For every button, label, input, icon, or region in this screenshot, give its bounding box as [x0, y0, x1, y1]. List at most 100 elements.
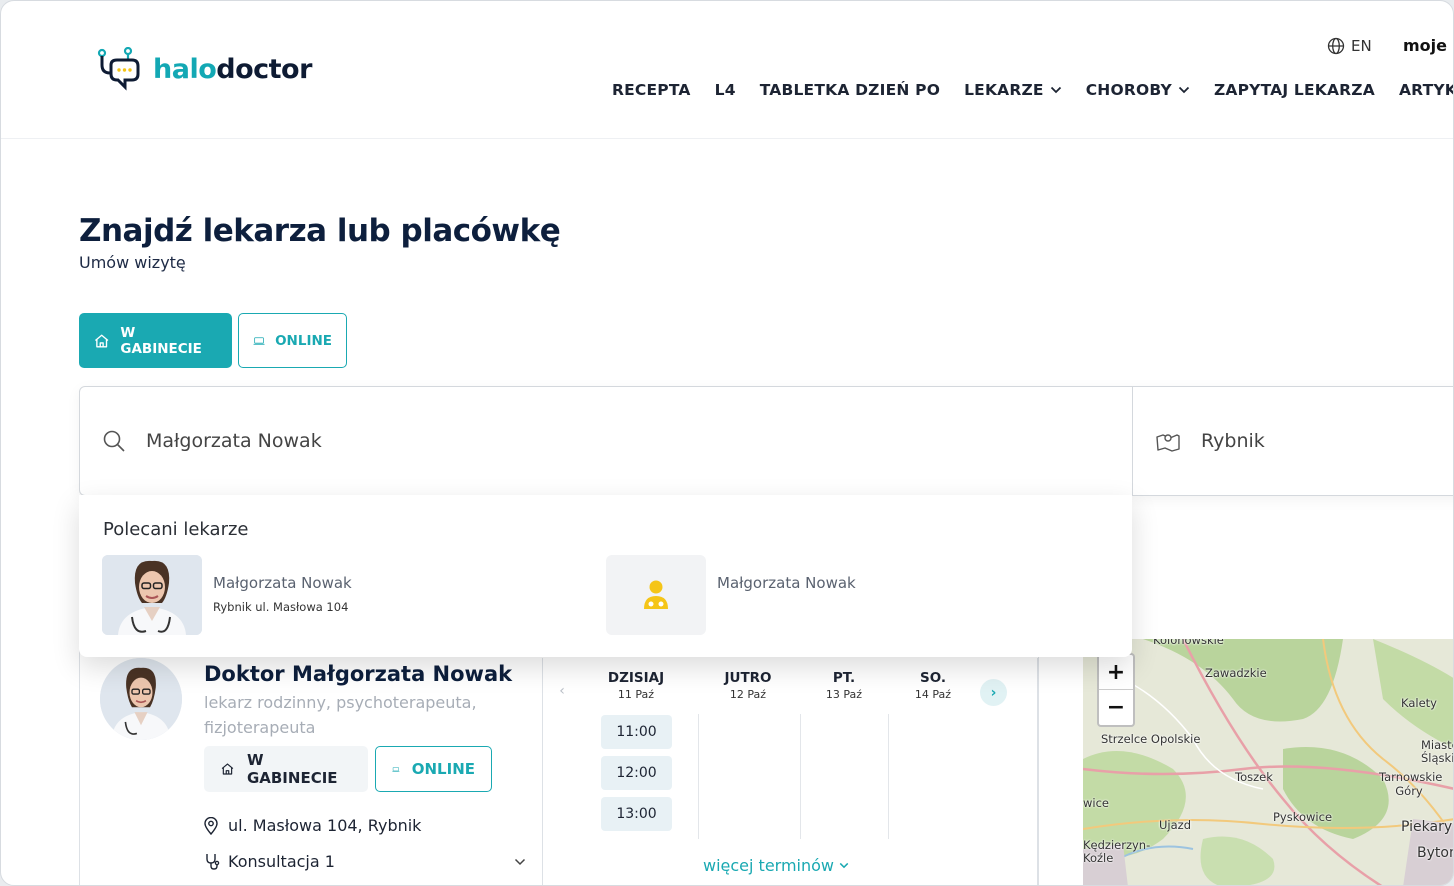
language-switch[interactable]: EN: [1327, 37, 1372, 55]
map-label: wice: [1083, 796, 1109, 810]
calendar-prev-button[interactable]: ‹: [551, 680, 573, 702]
main-nav: RECEPTA L4 TABLETKA DZIEŃ PO LEKARZE CHOROBY…: [612, 81, 1453, 99]
results-map[interactable]: + − Kolonowskie Zawadzkie Kalety Strzelc…: [1083, 639, 1453, 885]
nav-item-label: RECEPTA: [612, 81, 691, 99]
location-value: Rybnik: [1201, 430, 1265, 452]
suggestions-dropdown: Polecani lekarze Małgorzata Nowak Rybnik…: [79, 495, 1132, 657]
card-online-label: ONLINE: [411, 760, 475, 778]
location-pin-icon: [204, 816, 218, 835]
nav-item-label: ZAPYTAJ LEKARZA: [1213, 81, 1375, 99]
nav-item-label: LEKARZE: [964, 81, 1044, 99]
doctor-address: ul. Masłowa 104, Rybnik: [204, 816, 421, 835]
calendar-day-name: PT.: [832, 670, 856, 686]
search-bar: Rybnik: [79, 386, 1453, 496]
nav-item[interactable]: TABLETKA DZIEŃ PO: [760, 81, 940, 99]
card-office-button[interactable]: W GABINECIE: [204, 746, 368, 792]
chevron-down-icon: [839, 862, 849, 869]
doctor-photo: [100, 658, 182, 740]
suggestion-name: Małgorzata Nowak: [213, 574, 352, 592]
logo[interactable]: halodoctor: [97, 47, 312, 91]
map-label: Piekary: [1401, 819, 1453, 835]
calendar-column-divider: [698, 714, 699, 839]
account-link[interactable]: moje: [1403, 36, 1447, 55]
time-slot-button[interactable]: 11:00: [601, 715, 672, 749]
map-label: Pyskowice: [1273, 810, 1333, 824]
map-label: Zawadzkie: [1205, 666, 1267, 680]
consultation-label: Konsultacja 1: [228, 852, 335, 871]
doctor-search: [80, 387, 1133, 495]
nav-item[interactable]: RECEPTA: [612, 81, 691, 99]
card-online-button[interactable]: ONLINE: [375, 746, 492, 792]
nav-item[interactable]: L4: [715, 81, 736, 99]
doctor-address-text: ul. Masłowa 104, Rybnik: [228, 816, 422, 835]
suggestion-name: Małgorzata Nowak: [717, 574, 856, 592]
calendar-column-divider: [800, 714, 801, 839]
calendar-day-name: JUTRO: [724, 670, 772, 686]
laptop-icon: [253, 336, 265, 345]
calendar-day-date: 13 Paź: [825, 688, 863, 701]
zoom-out-button[interactable]: −: [1099, 690, 1133, 725]
stethoscope-icon: [206, 853, 220, 870]
nav-item[interactable]: CHOROBY: [1086, 81, 1190, 99]
language-label: EN: [1351, 37, 1372, 55]
location-search[interactable]: Rybnik: [1155, 387, 1265, 495]
logo-text: halodoctor: [153, 53, 312, 85]
consultation-select[interactable]: Konsultacja 1: [204, 852, 526, 871]
calendar-day-name: DZISIAJ: [607, 670, 665, 686]
map-label: Kolonowskie: [1153, 639, 1224, 647]
mode-office-button[interactable]: W GABINECIE: [79, 313, 232, 368]
nav-item-label: TABLETKA DZIEŃ PO: [759, 81, 941, 99]
nav-item-label: CHOROBY: [1085, 81, 1172, 99]
mode-online-button[interactable]: ONLINE: [238, 313, 347, 368]
suggestion-photo: [102, 555, 202, 635]
page-title: Znajdź lekarza lub placówkę: [79, 213, 561, 249]
map-label: Miasteczko Śląskie: [1421, 738, 1453, 765]
suggestion-item[interactable]: Małgorzata Nowak: [606, 555, 856, 635]
chevron-down-icon: [1050, 86, 1061, 94]
map-label: Strzelce Opolskie: [1101, 732, 1201, 746]
mode-office-label: W GABINECIE: [120, 324, 202, 357]
browser-frame: halodoctor EN moje RECEPTA L4 TABLETKA DZI…: [0, 0, 1454, 886]
search-input[interactable]: [146, 430, 946, 452]
page-subtitle: Umów wizytę: [79, 253, 186, 272]
map-icon: [1156, 434, 1180, 452]
calendar-next-button[interactable]: ›: [980, 679, 1007, 706]
calendar-day-header: DZISIAJ 11 Paź: [596, 670, 676, 701]
doctor-avatar[interactable]: [100, 658, 182, 740]
calendar-day-date: 14 Paź: [914, 688, 952, 701]
more-slots-link[interactable]: więcej terminów: [703, 856, 849, 875]
suggestion-item[interactable]: Małgorzata Nowak Rybnik ul. Masłowa 104: [102, 555, 352, 635]
nav-item[interactable]: ZAPYTAJ LEKARZA: [1214, 81, 1375, 99]
nav-item-label: L4: [714, 81, 736, 99]
suggestions-title: Polecani lekarze: [103, 519, 249, 540]
map-label: Tarnowskie Góry: [1379, 770, 1443, 798]
chevron-left-icon: ‹: [559, 683, 565, 699]
nav-item-label: ARTYKUŁY: [1398, 81, 1453, 99]
zoom-in-button[interactable]: +: [1099, 655, 1133, 690]
time-slot-button[interactable]: 13:00: [601, 797, 672, 831]
calendar-day-date: 11 Paź: [617, 688, 655, 701]
card-office-label: W GABINECIE: [246, 751, 338, 787]
home-icon: [221, 763, 234, 775]
suggestion-address: Rybnik ul. Masłowa 104: [213, 600, 349, 614]
time-slot-button[interactable]: 12:00: [601, 756, 672, 790]
calendar-day-name: SO.: [919, 670, 947, 686]
calendar-day-date: 12 Paź: [729, 688, 767, 701]
doctor-photo: [102, 555, 202, 635]
calendar-day-header: SO. 14 Paź: [893, 670, 973, 701]
map-label: Kędzierzyn-Koźle: [1083, 838, 1151, 865]
map-label: Bytom: [1417, 845, 1453, 861]
search-icon: [103, 430, 125, 452]
calendar-column-divider: [888, 714, 889, 839]
nav-item[interactable]: ARTYKUŁY: [1398, 81, 1453, 99]
globe-icon: [1327, 37, 1345, 55]
doctor-specialties: lekarz rodzinny, psychoterapeuta, fizjot…: [204, 693, 477, 737]
calendar-day-header: JUTRO 12 Paź: [708, 670, 788, 701]
doctor-placeholder-icon: [644, 580, 668, 609]
site-header: halodoctor EN moje RECEPTA L4 TABLETKA DZI…: [1, 1, 1453, 139]
map-label: Ujazd: [1159, 818, 1191, 832]
more-slots-label: więcej terminów: [703, 856, 835, 875]
doctor-name[interactable]: Doktor Małgorzata Nowak: [204, 662, 512, 686]
nav-item[interactable]: LEKARZE: [964, 81, 1062, 99]
suggestion-photo: [606, 555, 706, 635]
